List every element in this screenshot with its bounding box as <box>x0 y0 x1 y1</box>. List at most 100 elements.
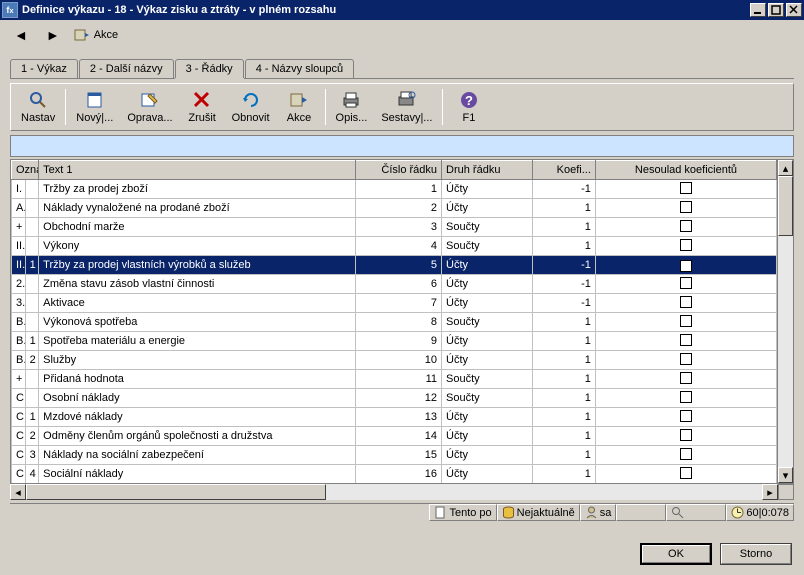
cell-text[interactable]: Náklady vynaložené na prodané zboží <box>39 199 356 218</box>
cell-text[interactable]: Sociální náklady <box>39 465 356 484</box>
cell-oz2[interactable] <box>25 294 39 313</box>
cell-nesoulad[interactable] <box>595 370 776 389</box>
cell-druh-radku[interactable]: Účty <box>442 275 533 294</box>
cell-text[interactable]: Služby <box>39 351 356 370</box>
col-text1[interactable]: Text 1 <box>39 161 356 180</box>
checkbox[interactable] <box>680 182 692 194</box>
table-row[interactable]: C.3Náklady na sociální zabezpečení15Účty… <box>12 446 777 465</box>
cell-cislo-radku[interactable]: 4 <box>356 237 442 256</box>
cell-cislo-radku[interactable]: 7 <box>356 294 442 313</box>
cell-nesoulad[interactable] <box>595 351 776 370</box>
cell-koef[interactable]: -1 <box>532 294 595 313</box>
cell-koef[interactable]: 1 <box>532 313 595 332</box>
cell-druh-radku[interactable]: Účty <box>442 256 533 275</box>
table-row[interactable]: C.2Odměny členům orgánů společnosti a dr… <box>12 427 777 446</box>
close-button[interactable] <box>786 3 802 17</box>
cell-druh-radku[interactable]: Účty <box>442 294 533 313</box>
cell-nesoulad[interactable]: ✔ <box>595 256 776 275</box>
scroll-down-button[interactable]: ▾ <box>778 467 793 483</box>
tab-radky[interactable]: 3 - Řádky <box>175 59 244 78</box>
cell-nesoulad[interactable] <box>595 427 776 446</box>
col-cislo-radku[interactable]: Číslo řádku <box>356 161 442 180</box>
checkbox[interactable] <box>680 448 692 460</box>
scroll-left-button[interactable]: ◂ <box>10 484 26 500</box>
cell-oz1[interactable]: II. <box>12 256 26 275</box>
status-search[interactable] <box>666 504 726 521</box>
col-druh-radku[interactable]: Druh řádku <box>442 161 533 180</box>
checkbox[interactable] <box>680 201 692 213</box>
cell-druh-radku[interactable]: Součty <box>442 389 533 408</box>
cell-koef[interactable]: 1 <box>532 237 595 256</box>
cell-koef[interactable]: 1 <box>532 446 595 465</box>
checkbox[interactable]: ✔ <box>680 260 692 272</box>
toolbar-akce[interactable]: Akce <box>277 87 322 127</box>
cell-koef[interactable]: 1 <box>532 199 595 218</box>
cell-cislo-radku[interactable]: 2 <box>356 199 442 218</box>
cell-druh-radku[interactable]: Součty <box>442 313 533 332</box>
cell-koef[interactable]: 1 <box>532 351 595 370</box>
cell-text[interactable]: Odměny členům orgánů společnosti a družs… <box>39 427 356 446</box>
cell-oz1[interactable]: C. <box>12 408 26 427</box>
toolbar-opis[interactable]: Opis... <box>329 87 375 127</box>
cell-cislo-radku[interactable]: 13 <box>356 408 442 427</box>
vertical-scrollbar[interactable]: ▴ ▾ <box>777 160 793 483</box>
cell-druh-radku[interactable]: Účty <box>442 408 533 427</box>
scroll-thumb[interactable] <box>778 176 793 236</box>
toolbar-zrusit[interactable]: Zrušit <box>180 87 225 127</box>
table-row[interactable]: C.Osobní náklady12Součty1 <box>12 389 777 408</box>
cell-text[interactable]: Obchodní marže <box>39 218 356 237</box>
tab-nazvy-sloupcu[interactable]: 4 - Názvy sloupců <box>245 59 354 78</box>
minimize-button[interactable] <box>750 3 766 17</box>
cell-nesoulad[interactable] <box>595 389 776 408</box>
cell-oz1[interactable]: A. <box>12 199 26 218</box>
table-row[interactable]: +Přidaná hodnota11Součty1 <box>12 370 777 389</box>
cell-druh-radku[interactable]: Účty <box>442 332 533 351</box>
cell-oz2[interactable]: 4 <box>25 465 39 484</box>
checkbox[interactable] <box>680 467 692 479</box>
cell-koef[interactable]: 1 <box>532 370 595 389</box>
cell-oz1[interactable]: B. <box>12 332 26 351</box>
cell-oz2[interactable] <box>25 313 39 332</box>
cell-oz1[interactable]: C. <box>12 446 26 465</box>
cell-oz2[interactable]: 3 <box>25 446 39 465</box>
cell-oz1[interactable]: + <box>12 370 26 389</box>
col-koef[interactable]: Koefi... <box>532 161 595 180</box>
cell-text[interactable]: Výkonová spotřeba <box>39 313 356 332</box>
cell-koef[interactable]: 1 <box>532 332 595 351</box>
cell-druh-radku[interactable]: Účty <box>442 465 533 484</box>
cell-oz1[interactable]: 3. <box>12 294 26 313</box>
cell-cislo-radku[interactable]: 1 <box>356 180 442 199</box>
checkbox[interactable] <box>680 296 692 308</box>
cell-oz1[interactable]: 2. <box>12 275 26 294</box>
table-row[interactable]: I.Tržby za prodej zboží1Účty-1 <box>12 180 777 199</box>
cell-oz2[interactable]: 1 <box>25 408 39 427</box>
checkbox[interactable] <box>680 334 692 346</box>
scroll-right-button[interactable]: ▸ <box>762 484 778 500</box>
col-nesoulad[interactable]: Nesoulad koeficientů <box>595 161 776 180</box>
cell-nesoulad[interactable] <box>595 446 776 465</box>
toolbar-nastav[interactable]: Nastav <box>14 87 62 127</box>
cell-oz2[interactable] <box>25 199 39 218</box>
table-row[interactable]: II.Výkony4Součty1 <box>12 237 777 256</box>
cell-oz1[interactable]: B. <box>12 351 26 370</box>
cell-koef[interactable]: 1 <box>532 408 595 427</box>
cell-cislo-radku[interactable]: 15 <box>356 446 442 465</box>
checkbox[interactable] <box>680 391 692 403</box>
cell-oz2[interactable]: 1 <box>25 332 39 351</box>
cell-text[interactable]: Osobní náklady <box>39 389 356 408</box>
cell-druh-radku[interactable]: Účty <box>442 199 533 218</box>
cell-oz2[interactable]: 1 <box>25 256 39 275</box>
cell-nesoulad[interactable] <box>595 408 776 427</box>
table-row[interactable]: A. Náklady vynaložené na prodané zboží2Úč… <box>12 199 777 218</box>
tab-dalsi-nazvy[interactable]: 2 - Další názvy <box>79 59 174 78</box>
cell-oz2[interactable] <box>25 237 39 256</box>
cell-cislo-radku[interactable]: 16 <box>356 465 442 484</box>
cell-text[interactable]: Tržby za prodej zboží <box>39 180 356 199</box>
toolbar-novy[interactable]: Nový|... <box>69 87 120 127</box>
cell-oz1[interactable]: II. <box>12 237 26 256</box>
cell-nesoulad[interactable] <box>595 465 776 484</box>
table-row[interactable]: B.2Služby10Účty1 <box>12 351 777 370</box>
table-row[interactable]: 2.Změna stavu zásob vlastní činnosti6Účt… <box>12 275 777 294</box>
cell-cislo-radku[interactable]: 9 <box>356 332 442 351</box>
cell-druh-radku[interactable]: Součty <box>442 218 533 237</box>
